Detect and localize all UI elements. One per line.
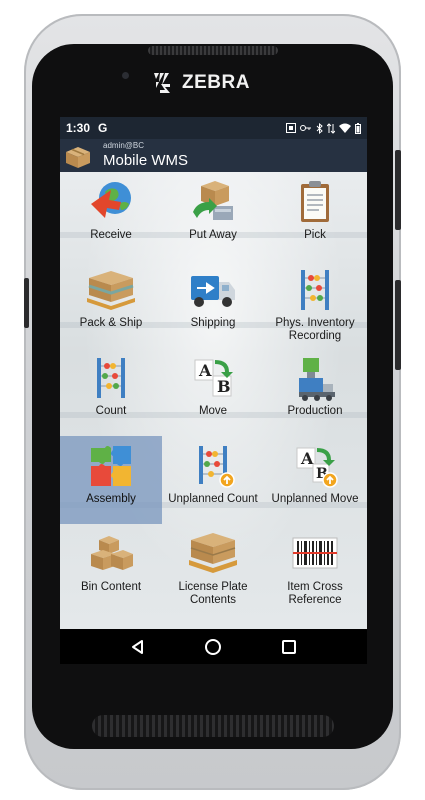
battery-icon xyxy=(355,122,361,134)
tile-label: Phys. Inventory Recording xyxy=(275,317,355,342)
tile-label: Move xyxy=(198,405,228,417)
tile-label: Shipping xyxy=(190,317,236,329)
volume-button xyxy=(395,280,401,370)
svg-text:A: A xyxy=(198,361,212,380)
app-logo-icon xyxy=(66,146,90,168)
tile-move[interactable]: A B Move xyxy=(162,348,264,436)
put-away-icon xyxy=(193,181,233,220)
count-icon xyxy=(97,358,125,398)
home-button[interactable] xyxy=(202,636,224,658)
tile-bin-content[interactable]: Bin Content xyxy=(60,524,162,612)
back-button[interactable] xyxy=(127,636,149,658)
status-time: 1:30 xyxy=(66,121,91,135)
tile-label: Unplanned Count xyxy=(168,493,258,505)
receive-icon xyxy=(91,182,131,218)
shipping-icon xyxy=(191,276,235,307)
tile-receive[interactable]: Receive xyxy=(60,172,162,260)
tile-count[interactable]: Count xyxy=(60,348,162,436)
pack-ship-icon xyxy=(87,271,135,310)
tile-label: Item Cross Reference xyxy=(287,581,343,606)
zebra-logo-icon xyxy=(154,73,170,93)
tile-put-away[interactable]: Put Away xyxy=(162,172,264,260)
nfc-icon xyxy=(286,123,296,133)
power-button xyxy=(395,150,401,230)
tile-item-cross-reference[interactable]: Item Cross Reference xyxy=(264,524,366,612)
assembly-icon xyxy=(91,446,131,486)
status-icons xyxy=(286,122,361,134)
earpiece-speaker xyxy=(148,46,278,55)
bottom-speaker xyxy=(92,715,334,737)
tile-assembly[interactable]: Assembly xyxy=(60,436,162,524)
wifi-icon xyxy=(339,123,351,133)
license-plate-icon xyxy=(189,533,237,573)
tile-label: Bin Content xyxy=(80,581,142,593)
bluetooth-icon xyxy=(316,122,323,134)
tile-phys-inventory[interactable]: Phys. Inventory Recording xyxy=(264,260,366,348)
status-bar: 1:30 G xyxy=(60,117,367,139)
scan-button xyxy=(24,278,29,328)
app-title: Mobile WMS xyxy=(103,152,189,169)
front-camera xyxy=(122,72,129,79)
production-icon xyxy=(299,358,335,401)
tile-label: License Plate Contents xyxy=(178,581,248,606)
pick-icon xyxy=(301,181,329,222)
barcode-icon xyxy=(292,537,338,569)
tile-unplanned-count[interactable]: Unplanned Count xyxy=(162,436,264,524)
tile-license-plate[interactable]: License Plate Contents xyxy=(162,524,264,612)
tile-unplanned-move[interactable]: A B Unplanned Move xyxy=(264,436,366,524)
navigation-bar xyxy=(60,629,367,664)
key-icon xyxy=(300,125,311,131)
tile-label: Count xyxy=(95,405,127,417)
back-icon xyxy=(131,639,143,654)
tile-pick[interactable]: Pick xyxy=(264,172,366,260)
google-icon: G xyxy=(98,121,108,135)
bin-content-icon xyxy=(91,536,133,570)
menu-grid: Receive Put Away Pick Pack & Ship Shippi… xyxy=(60,172,367,629)
tile-label: Pick xyxy=(304,229,326,241)
svg-text:A: A xyxy=(300,449,314,468)
tile-label: Assembly xyxy=(86,493,136,505)
brand-name: ZEBRA xyxy=(182,72,250,93)
user-name: admin@BC xyxy=(103,141,145,150)
tile-label: Pack & Ship xyxy=(79,317,143,329)
recents-icon xyxy=(282,639,297,654)
tile-label: Production xyxy=(287,405,343,417)
data-icon xyxy=(327,122,335,134)
home-icon xyxy=(205,638,222,655)
tile-label: Put Away xyxy=(189,229,237,241)
recents-button[interactable] xyxy=(278,636,300,658)
unplanned-count-icon xyxy=(199,446,235,488)
tile-production[interactable]: Production xyxy=(264,348,366,436)
svg-text:B: B xyxy=(217,377,231,396)
move-icon: A B xyxy=(194,359,233,397)
tile-pack-ship[interactable]: Pack & Ship xyxy=(60,260,162,348)
phys-inventory-icon xyxy=(301,270,329,310)
app-bar: admin@BC Mobile WMS xyxy=(60,139,367,172)
unplanned-move-icon: A B xyxy=(296,447,338,488)
tile-shipping[interactable]: Shipping xyxy=(162,260,264,348)
device-brand: ZEBRA xyxy=(150,68,280,98)
screen: 1:30 G admin@BC Mobile WMS Receive Put A… xyxy=(60,117,367,664)
tile-label: Unplanned Move xyxy=(271,493,359,505)
tile-label: Receive xyxy=(90,229,132,241)
